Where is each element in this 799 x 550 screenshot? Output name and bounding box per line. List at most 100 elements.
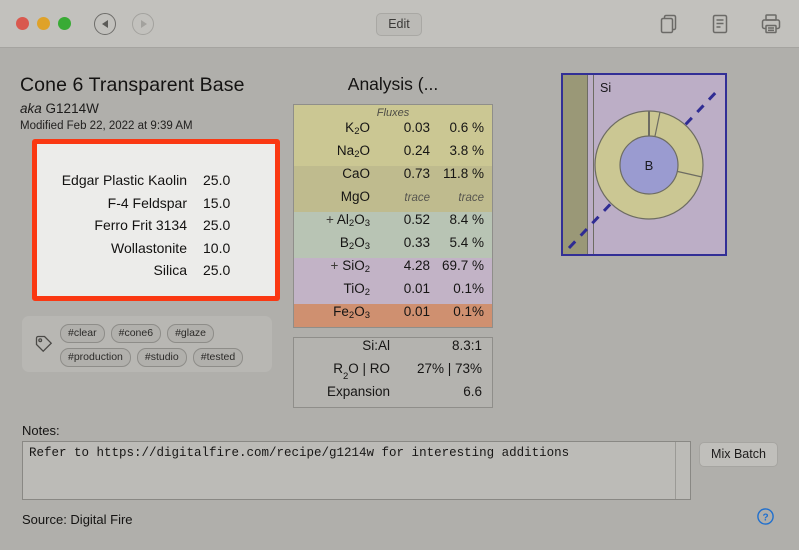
oxide-unity: 0.01: [403, 281, 430, 296]
oxide-unity: 0.33: [403, 235, 430, 250]
notes-text[interactable]: Refer to https://digitalfire.com/recipe/…: [29, 446, 670, 460]
modified-timestamp: Modified Feb 22, 2022 at 9:39 AM: [20, 120, 193, 132]
svg-text:?: ?: [762, 512, 768, 523]
oxide-percent: 69.7 %: [441, 258, 484, 273]
analysis-row[interactable]: + Al2O3 0.52 8.4 %: [294, 212, 492, 235]
oxide-percent: 0.6 %: [449, 120, 484, 135]
source-label: Source: Digital Fire: [22, 512, 133, 527]
chart-graphics: B: [567, 87, 721, 250]
oxide-unity: 0.52: [403, 212, 430, 227]
analysis-row[interactable]: CaO 0.73 11.8 %: [294, 166, 492, 189]
toolbar-icons: [657, 12, 783, 36]
material-name: Ferro Frit 3134: [94, 217, 187, 233]
oxide-percent: 5.4 %: [449, 235, 484, 250]
oxide-pie-chart[interactable]: Si B: [561, 73, 727, 256]
oxide-formula: Na2O: [336, 143, 370, 160]
tag-chip[interactable]: #production: [60, 348, 131, 367]
material-amount: 15.0: [203, 194, 231, 211]
analysis-row[interactable]: Na2O 0.24 3.8 %: [294, 143, 492, 166]
notes-field[interactable]: Refer to https://digitalfire.com/recipe/…: [22, 441, 691, 500]
edit-button[interactable]: Edit: [376, 13, 422, 36]
navigation-buttons: [94, 13, 154, 35]
forward-button[interactable]: [132, 13, 154, 35]
tag-chip[interactable]: #tested: [192, 348, 244, 367]
oxide-unity: 0.01: [403, 304, 430, 319]
aka-value: G1214W: [45, 101, 99, 116]
oxide-percent: 8.4 %: [449, 212, 484, 227]
analysis-title: Analysis (...: [347, 74, 439, 94]
oxide-unity: 0.03: [403, 120, 430, 135]
material-amount: 25.0: [203, 262, 231, 278]
analysis-row[interactable]: TiO2 0.01 0.1%: [294, 281, 492, 304]
tag-chip[interactable]: #studio: [136, 348, 187, 367]
chevron-left-icon: [101, 20, 108, 28]
recipe-row[interactable]: Wollastonite 10.0: [37, 240, 275, 256]
ratio-value: 27% | 73%: [416, 361, 482, 376]
tags-panel[interactable]: #clear #cone6 #glaze #production #studio…: [22, 316, 272, 372]
oxide-formula: MgO: [340, 189, 370, 204]
oxide-percent: 0.1%: [453, 281, 484, 296]
analysis-row[interactable]: K2O 0.03 0.6 %: [294, 120, 492, 143]
oxide-formula: K2O: [345, 120, 370, 137]
recipe-materials-list: Edgar Plastic Kaolin 25.0 F-4 Feldspar 1…: [37, 172, 275, 285]
oxide-percent: trace: [458, 192, 484, 204]
recipe-row[interactable]: Edgar Plastic Kaolin 25.0: [37, 172, 275, 188]
zoom-button[interactable]: [58, 17, 71, 30]
chevron-right-icon: [140, 20, 147, 28]
pie-center-label: B: [645, 158, 654, 173]
recipe-row[interactable]: Ferro Frit 3134 25.0: [37, 217, 275, 233]
analysis-row[interactable]: B2O3 0.33 5.4 %: [294, 235, 492, 258]
oxide-formula: + SiO2: [330, 258, 370, 275]
material-name: Edgar Plastic Kaolin: [61, 172, 187, 188]
tag-chip[interactable]: #glaze: [167, 324, 215, 343]
page-title: Cone 6 Transparent Base: [20, 74, 245, 96]
ratio-row: Expansion 6.6: [294, 384, 492, 407]
recipe-materials-box[interactable]: Edgar Plastic Kaolin 25.0 F-4 Feldspar 1…: [32, 139, 280, 301]
analysis-row[interactable]: + SiO2 4.28 69.7 %: [294, 258, 492, 281]
oxide-percent: 0.1%: [453, 304, 484, 319]
oxide-formula: CaO: [342, 166, 370, 181]
aka-line: aka G1214W: [20, 101, 99, 116]
tag-list: #clear #cone6 #glaze #production #studio…: [60, 324, 266, 367]
ratio-row: R2O | RO 27% | 73%: [294, 361, 492, 384]
minimize-button[interactable]: [37, 17, 50, 30]
oxide-formula: B2O3: [339, 235, 370, 252]
traffic-lights: [16, 17, 71, 30]
oxide-formula: + Al2O3: [325, 212, 370, 229]
oxide-unity: 0.73: [403, 166, 430, 181]
oxide-formula: TiO2: [343, 281, 370, 298]
ratios-table: Si:Al 8.3:1 R2O | RO 27% | 73% Expansion…: [293, 337, 493, 408]
analysis-row[interactable]: Fe2O3 0.01 0.1%: [294, 304, 492, 327]
ratio-row: Si:Al 8.3:1: [294, 338, 492, 361]
back-button[interactable]: [94, 13, 116, 35]
recipe-row[interactable]: F-4 Feldspar 15.0: [37, 195, 275, 211]
oxide-percent: 11.8 %: [442, 166, 484, 181]
notes-icon[interactable]: [708, 12, 732, 36]
duplicate-icon[interactable]: [657, 12, 681, 36]
material-name: Silica: [153, 262, 187, 278]
ratio-value: 8.3:1: [451, 338, 482, 353]
tag-chip[interactable]: #cone6: [110, 324, 162, 343]
tag-chip[interactable]: #clear: [60, 324, 105, 343]
oxide-percent: 3.8 %: [449, 143, 484, 158]
material-amount: 25.0: [203, 172, 231, 188]
material-amount: 10.0: [203, 239, 231, 256]
oxide-unity: 4.28: [403, 258, 430, 273]
analysis-table: Fluxes K2O 0.03 0.6 % Na2O 0.24 3.8 % Ca…: [293, 104, 493, 328]
tag-icon: [34, 334, 54, 354]
help-icon[interactable]: ?: [757, 508, 774, 525]
ratio-key: Expansion: [326, 384, 390, 399]
notes-label: Notes:: [22, 423, 60, 438]
analysis-row[interactable]: MgO trace trace: [294, 189, 492, 212]
ratio-key: R2O | RO: [333, 361, 390, 382]
close-button[interactable]: [16, 17, 29, 30]
oxide-unity: trace: [404, 192, 430, 204]
recipe-row[interactable]: Silica 25.0: [37, 262, 275, 278]
oxide-formula: Fe2O3: [333, 304, 370, 321]
notes-scrollbar[interactable]: [675, 442, 690, 499]
oxide-unity: 0.24: [403, 143, 430, 158]
material-name: Wollastonite: [110, 239, 187, 256]
print-icon[interactable]: [759, 12, 783, 36]
aka-label: aka: [20, 101, 42, 116]
mix-batch-button[interactable]: Mix Batch: [699, 442, 778, 467]
